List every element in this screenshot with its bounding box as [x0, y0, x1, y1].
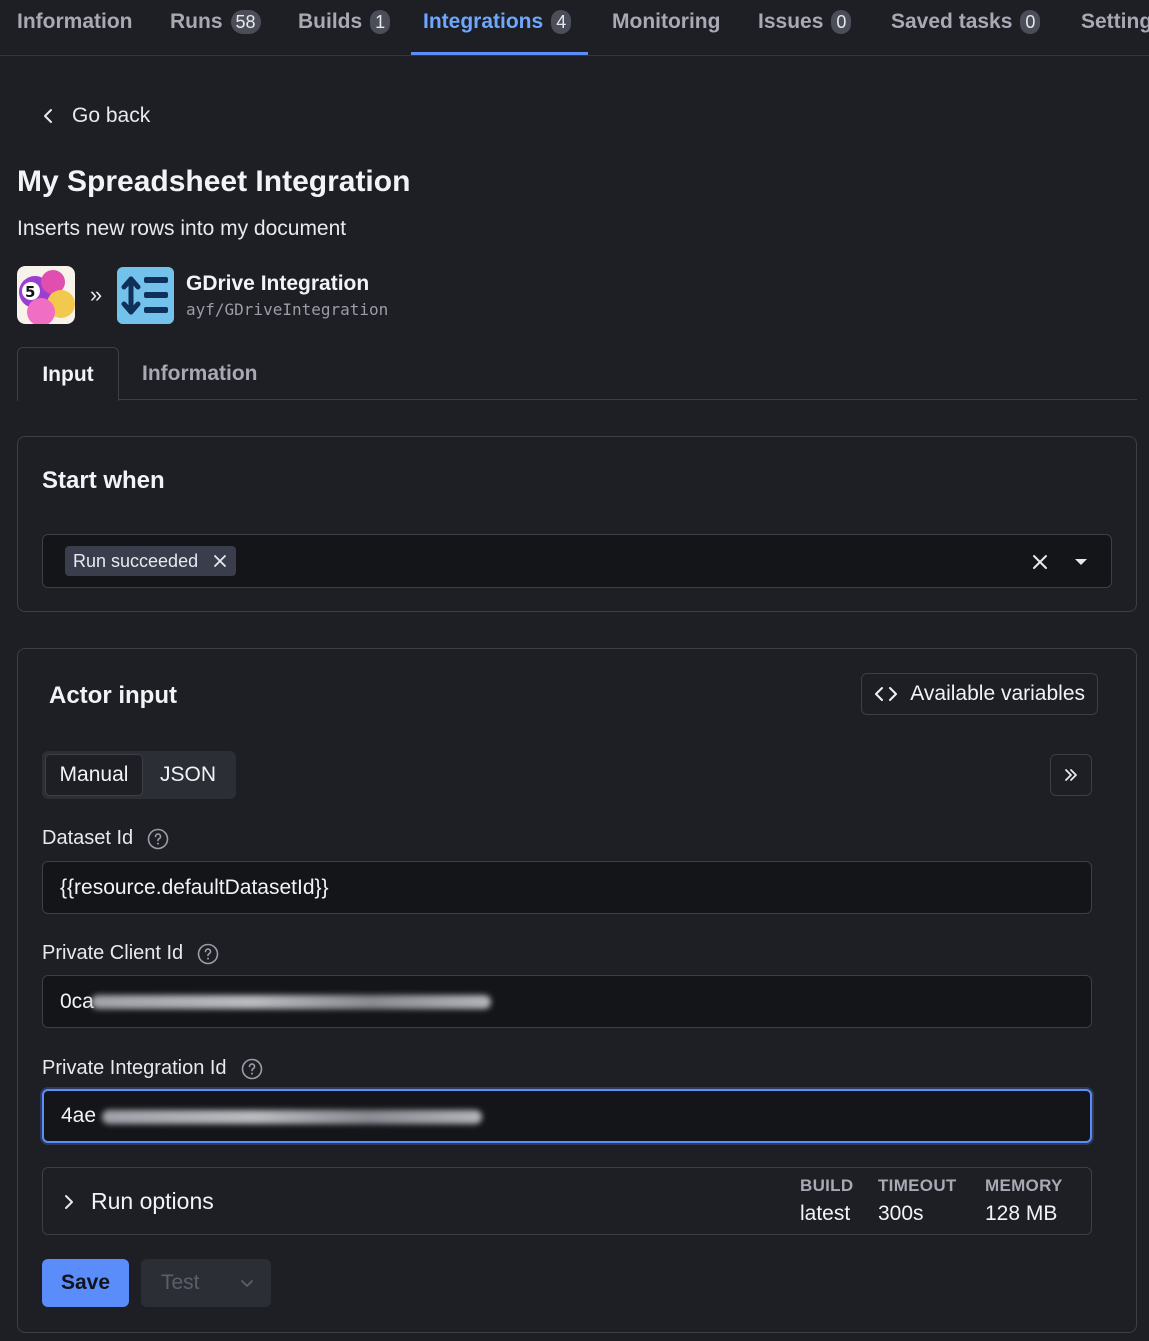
- run-options-label: Run options: [91, 1188, 214, 1214]
- dataset-id-label: Dataset Id: [42, 827, 169, 850]
- expand-all-button[interactable]: [1050, 754, 1092, 796]
- private-integration-id-label: Private Integration Id: [42, 1057, 263, 1080]
- tab-label: Saved tasks: [891, 10, 1013, 33]
- private-integration-id-label-text: Private Integration Id: [42, 1057, 227, 1079]
- private-integration-id-value: 4ae: [61, 1104, 97, 1127]
- tab-label: Monitoring: [612, 10, 721, 33]
- tab-label: Builds: [298, 10, 363, 33]
- timeout-key: TIMEOUT: [878, 1176, 957, 1195]
- source-actor-icon: 5: [17, 266, 75, 324]
- integration-tabs: Input Information: [17, 347, 1137, 401]
- double-chevron-right-icon: [1065, 769, 1077, 781]
- memory-option: MEMORY 128 MB: [985, 1176, 1063, 1226]
- tab-runs[interactable]: Runs 58: [170, 8, 261, 36]
- actor-row: 5 » GDrive Integration ayf/GDriveIntegra…: [17, 266, 388, 324]
- private-integration-id-input[interactable]: 4ae: [42, 1089, 1092, 1143]
- gdrive-integration-icon: [117, 266, 174, 324]
- tab-information-inner[interactable]: Information: [142, 347, 258, 400]
- tab-builds[interactable]: Builds 1: [298, 8, 391, 36]
- help-icon[interactable]: [147, 828, 169, 850]
- tab-information[interactable]: Information: [17, 8, 133, 36]
- chevron-right-icon: [65, 1194, 73, 1209]
- chevron-left-icon: [44, 109, 52, 123]
- top-tabs: Information Runs 58 Builds 1 Integrations 4…: [0, 0, 1149, 56]
- tab-saved-tasks[interactable]: Saved tasks 0: [891, 8, 1041, 36]
- tab-integrations[interactable]: Integrations 4: [423, 8, 572, 36]
- timeout-value: 300s: [878, 1202, 924, 1225]
- remove-chip-icon[interactable]: [212, 553, 228, 569]
- event-select[interactable]: Run succeeded: [42, 534, 1112, 588]
- dropdown-caret-icon[interactable]: [1075, 559, 1087, 565]
- redacted-blur: [91, 995, 491, 1009]
- tab-label: Setting: [1081, 10, 1149, 33]
- private-client-id-input[interactable]: 0ca: [42, 975, 1092, 1028]
- input-mode-toggle: Manual JSON: [42, 751, 236, 799]
- page-description: Inserts new rows into my document: [17, 217, 347, 240]
- start-when-card: Start when Run succeeded: [17, 436, 1137, 612]
- help-icon[interactable]: [197, 943, 219, 965]
- timeout-option: TIMEOUT 300s: [878, 1176, 957, 1226]
- tab-label: Integrations: [423, 10, 544, 33]
- active-tab-indicator: [411, 52, 588, 55]
- private-client-id-value: 0ca: [60, 989, 94, 1013]
- help-icon[interactable]: [241, 1058, 263, 1080]
- chevron-down-icon[interactable]: [239, 1275, 255, 1291]
- count-badge: 0: [1020, 10, 1041, 34]
- redacted-blur: [102, 1110, 482, 1124]
- dataset-id-label-text: Dataset Id: [42, 827, 134, 849]
- count-badge: 1: [370, 10, 391, 34]
- count-badge: 0: [831, 10, 852, 34]
- chip-label: Run succeeded: [73, 550, 199, 571]
- mode-manual[interactable]: Manual: [45, 754, 143, 796]
- actor-meta: GDrive Integration ayf/GDriveIntegration: [186, 272, 388, 319]
- tab-label: Issues: [758, 10, 824, 33]
- svg-text:5: 5: [25, 283, 35, 301]
- go-back-label: Go back: [72, 104, 151, 127]
- private-client-id-label-text: Private Client Id: [42, 942, 184, 964]
- tab-issues[interactable]: Issues 0: [758, 8, 852, 36]
- build-key: BUILD: [800, 1176, 854, 1195]
- test-button-label: Test: [161, 1271, 200, 1294]
- arrow-separator: »: [89, 282, 103, 307]
- tab-label: Runs: [170, 10, 223, 33]
- run-options-toggle[interactable]: Run options: [61, 1188, 214, 1215]
- actor-input-card: Actor input Available variables Manual J…: [17, 648, 1137, 1333]
- memory-value: 128 MB: [985, 1202, 1058, 1225]
- private-client-id-label: Private Client Id: [42, 942, 219, 965]
- tab-input[interactable]: Input: [17, 347, 119, 401]
- code-icon: [875, 687, 898, 701]
- clear-selection-icon[interactable]: [1031, 553, 1049, 571]
- actor-slug: ayf/GDriveIntegration: [186, 299, 389, 319]
- tab-settings[interactable]: Setting: [1081, 8, 1149, 36]
- selected-event-chip: Run succeeded: [65, 546, 237, 576]
- mode-json[interactable]: JSON: [143, 754, 233, 796]
- test-button[interactable]: Test: [141, 1259, 271, 1307]
- tab-monitoring[interactable]: Monitoring: [612, 8, 720, 36]
- count-badge: 58: [230, 10, 261, 34]
- memory-key: MEMORY: [985, 1176, 1063, 1195]
- tab-label: Information: [17, 10, 133, 33]
- available-variables-button[interactable]: Available variables: [861, 673, 1098, 715]
- actor-input-title: Actor input: [49, 682, 177, 709]
- build-option: BUILD latest: [800, 1176, 853, 1226]
- page-title: My Spreadsheet Integration: [17, 165, 411, 198]
- available-variables-label: Available variables: [910, 682, 1085, 705]
- build-value: latest: [800, 1202, 851, 1225]
- actor-name[interactable]: GDrive Integration: [186, 272, 388, 296]
- save-button[interactable]: Save: [42, 1259, 129, 1307]
- go-back-link[interactable]: Go back: [38, 104, 150, 128]
- start-when-title: Start when: [42, 467, 165, 494]
- run-options-panel[interactable]: Run options BUILD latest TIMEOUT 300s ME…: [42, 1167, 1092, 1235]
- count-badge: 4: [551, 10, 572, 34]
- dataset-id-input[interactable]: {{resource.defaultDatasetId}}: [42, 861, 1092, 914]
